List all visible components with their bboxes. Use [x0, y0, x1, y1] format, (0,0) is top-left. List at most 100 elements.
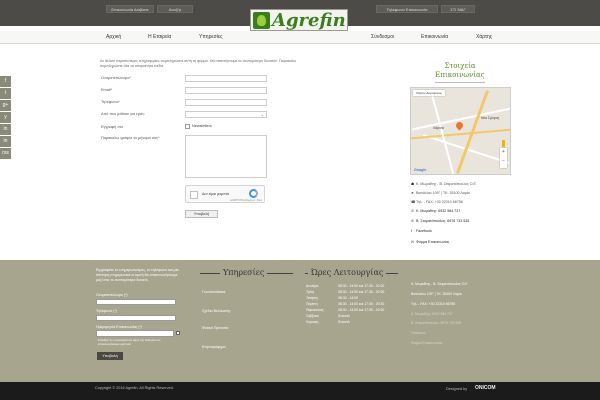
message-textarea[interactable] — [185, 135, 267, 178]
footer-contact-mobile-2[interactable]: Β. Σταματόπουλος: 6976 733 535 — [411, 321, 461, 326]
contact-phone-text: Τηλ. - FAX: +30 22310 66756 — [416, 200, 463, 204]
hours-time: 08:30 - 14:00 και 17:30 - 20:30 — [338, 284, 385, 288]
contact-address-text: Βασιλείου 109° | ΤΚ: 35100 Λαμία — [416, 191, 470, 195]
contact-mobile-1: ✆ Κ. Μωραΐτης: 6932 584 737 — [411, 209, 521, 214]
nav-item-home[interactable]: Αρχική — [106, 31, 121, 44]
linkedin-icon-2[interactable]: in — [0, 136, 11, 147]
footer-label-name: Ονοματεπώνυμο (*) — [96, 293, 128, 297]
footer-consent-text: Επιλέξτε την προσφορά και αφού την δεδομ… — [98, 338, 161, 346]
zoom-control[interactable]: + − — [500, 148, 507, 168]
rss-icon[interactable]: rss — [0, 148, 11, 159]
footer-contact-address: Βασιλείου 109° | ΤΚ: 35100 Λαμία — [411, 292, 462, 296]
source-select[interactable]: ⌄ — [185, 111, 267, 118]
linkedin-icon[interactable]: in — [0, 124, 11, 135]
footer-contact-form-link[interactable]: Φόρμα Επικοινωνίας — [411, 341, 442, 346]
email-input[interactable] — [185, 87, 267, 94]
footer-services-title: Υπηρεσίες — [220, 268, 268, 278]
contact-facebook: f Facebook — [411, 229, 521, 234]
contact-mobile-1-text[interactable]: Κ. Μωραΐτης: 6932 584 737 — [416, 209, 460, 213]
label-fullname: Ονοματεπώνυμο* — [101, 76, 131, 80]
nav-item-map[interactable]: Χάρτης — [476, 31, 492, 44]
logo-text: Agrefin — [272, 10, 346, 31]
contact-address: ➤ Βασιλείου 109° | ΤΚ: 35100 Λαμία — [411, 191, 521, 196]
map-type-tabs[interactable]: Χάρτης Δορυφόρος — [413, 90, 445, 96]
recaptcha-privacy[interactable]: reCAPTCHA Απόρρητο - Όροι — [230, 199, 262, 202]
nav-item-services[interactable]: Υπηρεσίες — [199, 31, 222, 44]
chevron-down-icon: ⌄ — [260, 112, 264, 117]
topbar-button-contact[interactable]: Επικοινωνία Διάβασε — [106, 5, 154, 13]
main-nav: Αρχική Η Εταιρεία Υπηρεσίες Σύνδεσμοι Επ… — [0, 31, 600, 44]
hours-time: 08:30 - 14:00 και 17:30 - 20:30 — [338, 308, 385, 312]
contact-mobile-2: ✆ Β. Σταματόπουλος: 6976 733 535 — [411, 219, 521, 224]
google-plus-icon[interactable]: g+ — [0, 100, 11, 111]
footer-service-3[interactable]: Φυτικά Πρότυπα — [202, 326, 228, 331]
nav-item-contact[interactable]: Επικοινωνία — [421, 31, 448, 44]
hours-time: Κλειστά — [338, 320, 350, 324]
footer-hours-title: Ώρες Λειτουργίας — [308, 268, 387, 278]
contact-phone-fax: ☎Τηλ. - FAX: +30 22310 66756 — [411, 200, 521, 205]
footer-phone-input[interactable] — [96, 315, 176, 321]
label-subscribe: Εγγραφή στο — [101, 125, 124, 129]
location-map[interactable]: Χάρτης Δορυφόρος Λάρισα Νέα Σμύρνη + − Go… — [410, 87, 511, 175]
footer-facebook-link[interactable]: Facebook — [411, 331, 426, 336]
contact-form-link-text[interactable]: Φόρμα Επικοινωνίας — [416, 240, 449, 244]
map-label-city: Λάρισα — [433, 126, 444, 130]
street-view-icon[interactable] — [502, 140, 505, 147]
footer — [0, 260, 600, 382]
recaptcha-icon — [249, 189, 258, 198]
recaptcha-widget: Δεν είμαι ρομπότ reCAPTCHA Απόρρητο - Όρ… — [185, 185, 265, 203]
nav-item-company[interactable]: Η Εταιρεία — [148, 31, 171, 44]
contact-mobile-2-text[interactable]: Β. Σταματόπουλος: 6976 733 535 — [416, 219, 469, 223]
recaptcha-checkbox[interactable] — [190, 191, 198, 199]
label-email: Email* — [101, 88, 112, 92]
label-message: Παρακαλώ γράψτε το μήνυμά σας* — [101, 136, 160, 140]
footer-contact-company: Κ. Μωραΐτης - Β. Σταματόπουλος Ο.Ε — [411, 282, 468, 286]
newsletter-checkbox[interactable] — [185, 124, 190, 129]
fullname-input[interactable] — [185, 75, 267, 82]
designer-logo[interactable]: ONICOM — [475, 385, 496, 391]
site-logo[interactable]: Agrefin — [250, 9, 348, 31]
footer-label-phone: Τηλέφωνο (*) — [96, 309, 118, 313]
topbar-button-phones[interactable]: Τηλεφωνα Επικοινωνία — [376, 5, 438, 13]
twitter-icon[interactable]: t — [0, 88, 11, 99]
footer-newsletter-intro: Εγγραφείτε το ενημερωτικόμας, το τηλέφων… — [96, 268, 179, 282]
topbar-button-search[interactable]: Αναζήτ — [157, 5, 193, 13]
facebook-link[interactable]: Facebook — [416, 229, 432, 233]
topbar-button-more[interactable]: ΣΤΙ ΜΑΓ — [441, 5, 475, 13]
contact-title-line1: Στοιχεία — [444, 62, 476, 70]
footer-service-4[interactable]: Κτηνοτρόφημα — [202, 345, 226, 350]
footer-contact-mobile-1[interactable]: Κ. Μωραΐτης: 6932 584 737 — [411, 312, 453, 317]
submit-button[interactable]: Υποβολή — [185, 210, 218, 218]
footer-consent-checkbox[interactable] — [176, 331, 180, 335]
footer-submit-button[interactable]: Υποβολή — [97, 352, 123, 360]
footer-service-2[interactable]: Σχέδια Βελτίωσης — [202, 309, 230, 314]
hours-time: Κλειστά — [338, 314, 350, 318]
leaf-icon — [253, 12, 270, 29]
footer-contact-phone: Τηλ. - FAX: +30 22310 66756 — [411, 302, 456, 306]
hours-row: Κυριακή Κλειστά — [306, 320, 350, 326]
map-pin-icon[interactable] — [454, 120, 465, 131]
form-intro: Αν θέλετε περισσότερες πληροφορίες συμπλ… — [100, 59, 297, 68]
map-label-city2: Νέα Σμύρνη — [481, 116, 500, 120]
footer-date-select[interactable] — [96, 330, 174, 337]
contact-company: ☗ Κ. Μωραΐτης - Β. Σταματόπουλος Ο.Ε — [411, 182, 521, 187]
contact-title: Στοιχεία Επικοινωνίας — [410, 62, 510, 80]
footer-name-input[interactable] — [96, 299, 176, 305]
youtube-icon[interactable]: y — [0, 112, 11, 123]
footer-service-1[interactable]: Γεωπόνοδιακά — [202, 290, 225, 295]
hours-day: Κυριακή — [306, 320, 319, 324]
nav-item-links[interactable]: Σύνδεσμοι — [371, 31, 394, 44]
newsletter-label: Newsletters — [192, 124, 212, 128]
phone-input[interactable] — [185, 99, 267, 106]
recaptcha-label: Δεν είμαι ρομπότ — [202, 192, 230, 196]
contact-title-line2: Επικοινωνίας — [435, 71, 485, 79]
facebook-icon[interactable]: f — [0, 76, 11, 87]
contact-company-text: Κ. Μωραΐτης - Β. Σταματόπουλος Ο.Ε — [416, 182, 476, 186]
bottom-bar: Copyright © 2016 Agrefin. All Rights Res… — [0, 382, 600, 400]
designed-by-label: Designed by — [446, 387, 468, 391]
divider — [435, 82, 485, 83]
hours-time: 08:30 - 14:00 και 17:30 - 20:30 — [338, 290, 385, 294]
google-logo: Google — [414, 168, 427, 172]
contact-form-link: ✉ Φόρμα Επικοινωνίας — [411, 240, 521, 245]
social-sidebar: f t g+ y in in rss — [0, 76, 11, 160]
